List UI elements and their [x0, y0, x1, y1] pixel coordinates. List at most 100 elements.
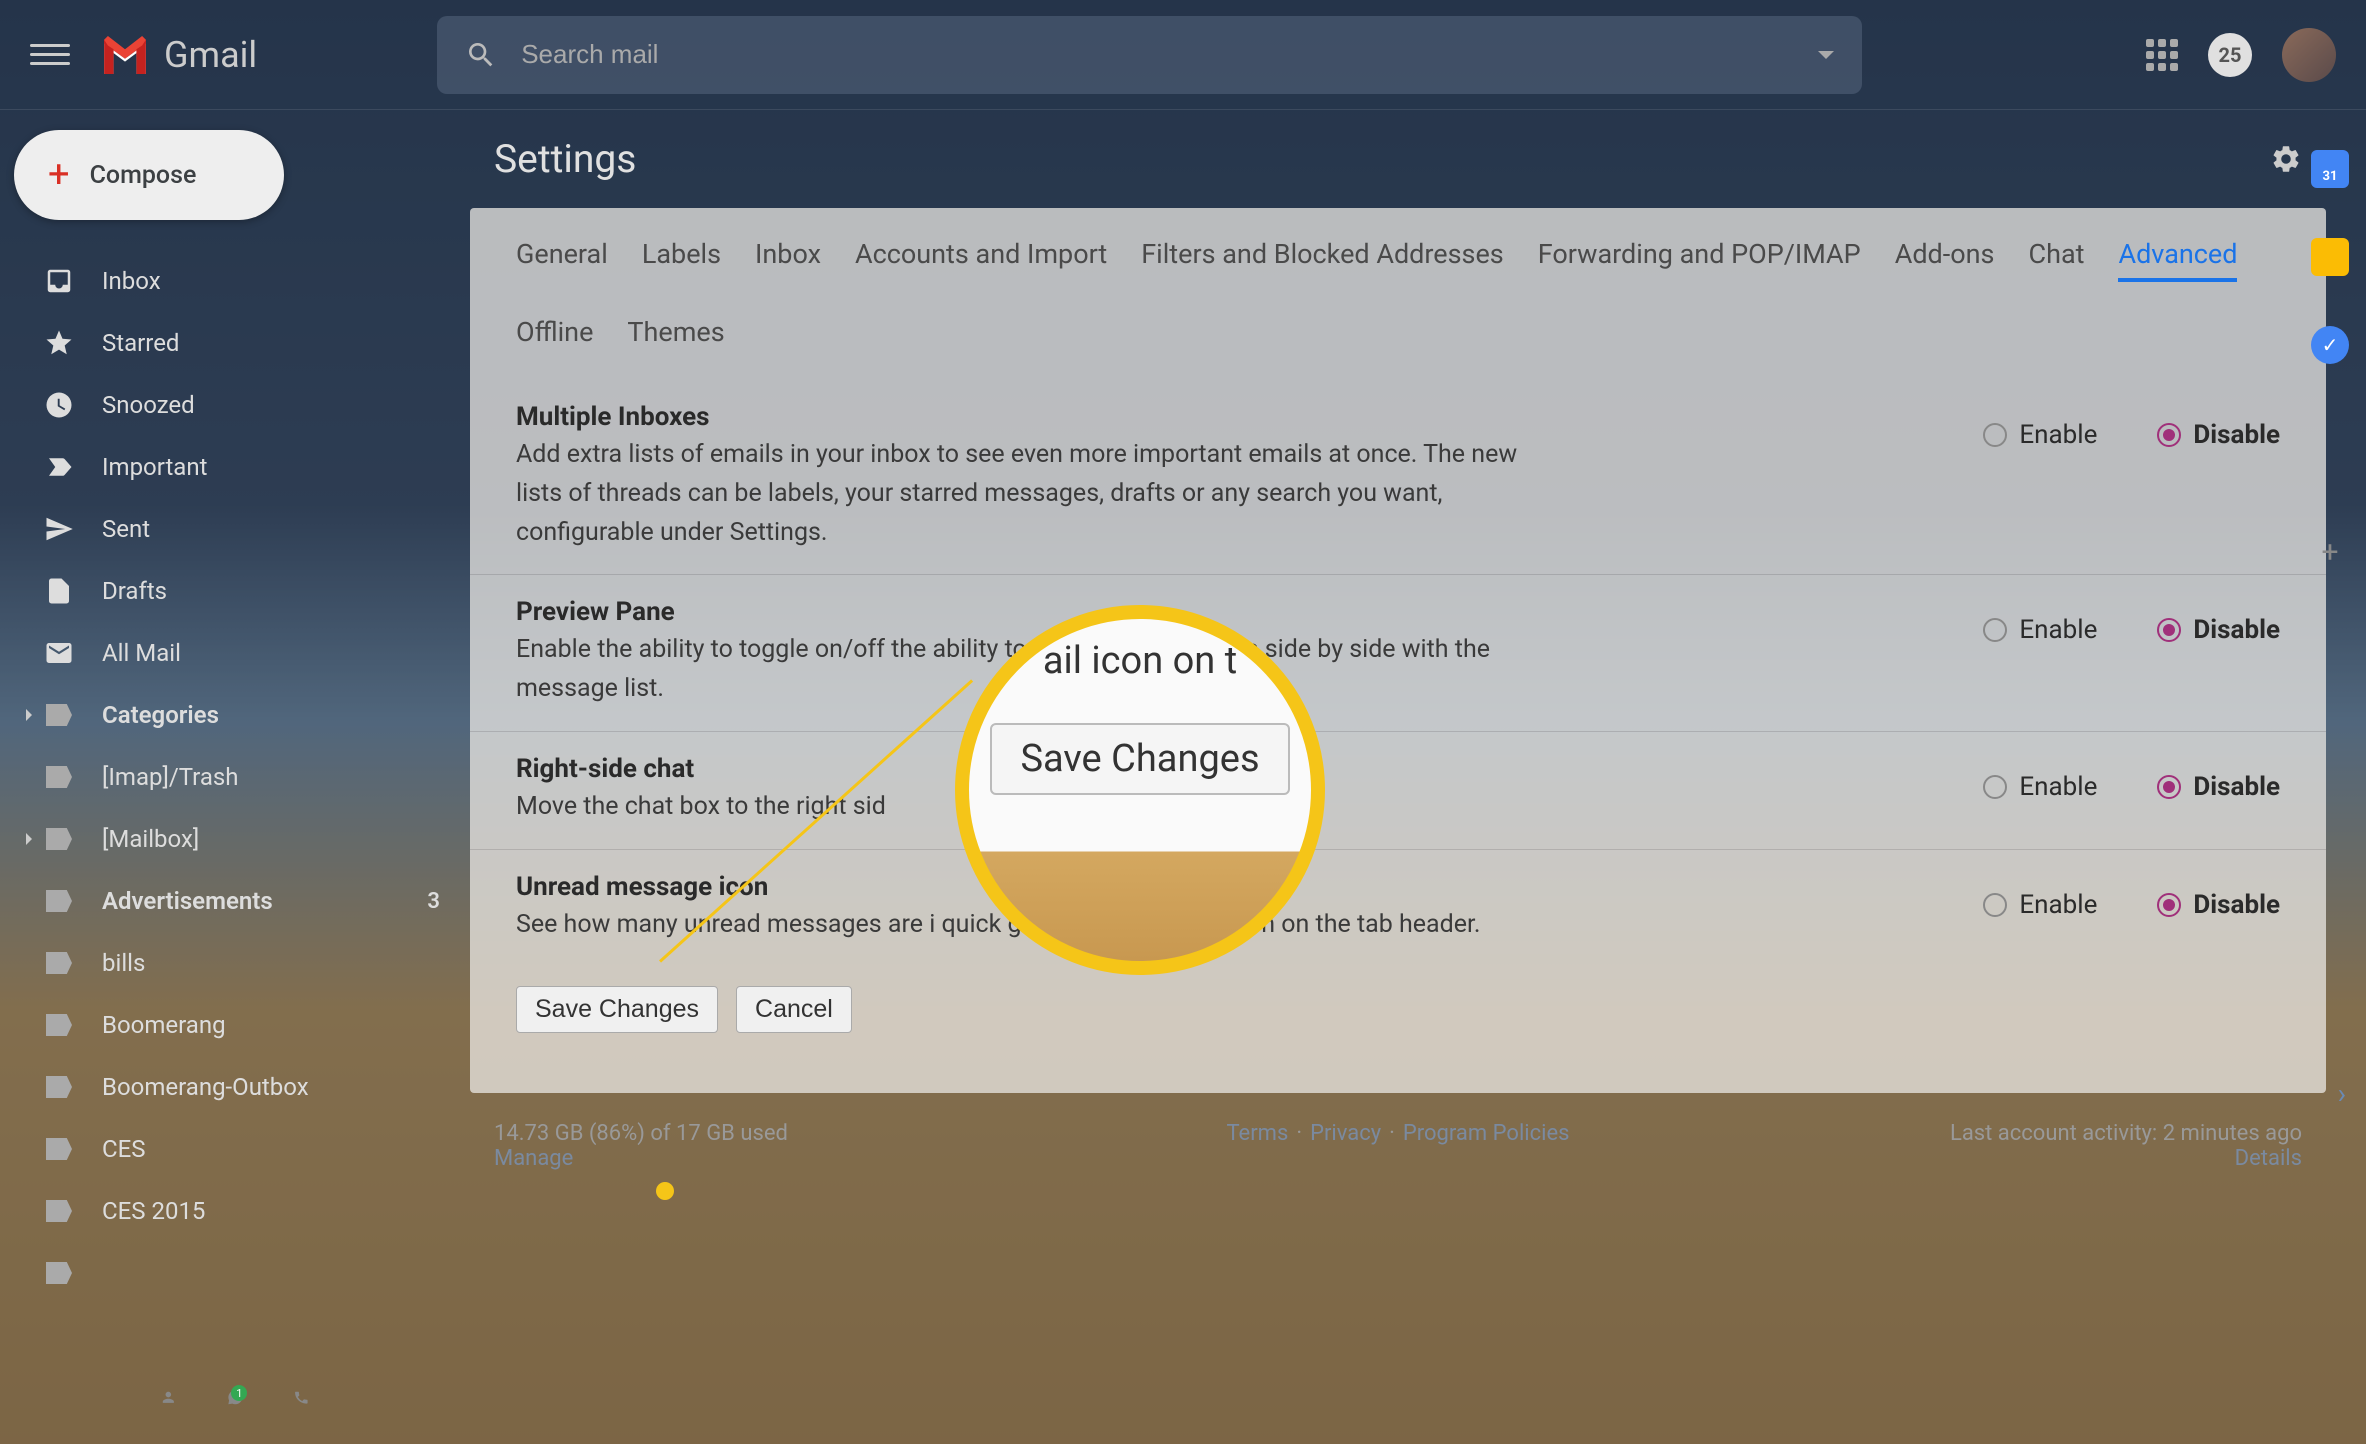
setting-row-right-side-chat: Right-side chatMove the chat box to the … — [470, 732, 2326, 850]
sidebar-item-snoozed[interactable]: Snoozed — [14, 374, 470, 436]
setting-description: Add extra lists of emails in your inbox … — [516, 436, 1526, 552]
person-icon[interactable] — [160, 1389, 177, 1421]
settings-header: Settings — [470, 110, 2326, 208]
settings-tabs: General Labels Inbox Accounts and Import Fil… — [470, 238, 2326, 356]
disable-radio[interactable]: Disable — [2157, 615, 2280, 645]
sidebar-item-label: Categories — [102, 701, 219, 729]
sidebar-item--imap-trash[interactable]: [Imap]/Trash — [14, 746, 470, 808]
enable-radio[interactable]: Enable — [1983, 615, 2097, 645]
tab-chat[interactable]: Chat — [2029, 238, 2085, 282]
sidebar-item-inbox[interactable]: Inbox — [14, 250, 470, 312]
sidebar-item-blank[interactable] — [14, 1242, 470, 1304]
sidebar-item--mailbox-[interactable]: [Mailbox] — [14, 808, 470, 870]
enable-radio[interactable]: Enable — [1983, 420, 2097, 450]
main-menu-button[interactable] — [30, 35, 70, 75]
label-icon — [44, 1258, 74, 1288]
footer: 14.73 GB (86%) of 17 GB used Manage Term… — [470, 1093, 2326, 1199]
tab-advanced[interactable]: Advanced — [2118, 238, 2237, 282]
footer-link-program-policies[interactable]: Program Policies — [1403, 1121, 1570, 1146]
tab-add-ons[interactable]: Add-ons — [1895, 238, 1995, 282]
enable-radio[interactable]: Enable — [1983, 772, 2097, 802]
plus-icon: + — [48, 153, 70, 197]
cancel-button[interactable]: Cancel — [736, 986, 852, 1033]
disable-radio[interactable]: Disable — [2157, 420, 2280, 450]
enable-radio[interactable]: Enable — [1983, 890, 2097, 920]
sidebar-item-sent[interactable]: Sent — [14, 498, 470, 560]
footer-link-privacy[interactable]: Privacy — [1310, 1121, 1381, 1146]
details-link[interactable]: Details — [2235, 1146, 2302, 1171]
sidebar-item-label: All Mail — [102, 639, 181, 667]
tab-offline[interactable]: Offline — [516, 316, 593, 356]
notifications-badge[interactable]: 25 — [2208, 33, 2252, 77]
gmail-logo[interactable]: Gmail — [100, 34, 257, 76]
sidebar-item-advertisements[interactable]: Advertisements3 — [14, 870, 470, 932]
app-name: Gmail — [164, 34, 257, 76]
sidebar-item-boomerang[interactable]: Boomerang — [14, 994, 470, 1056]
expand-caret-icon — [26, 709, 32, 721]
label-icon — [44, 1072, 74, 1102]
send-icon — [44, 514, 74, 544]
sidebar-item-label: Starred — [102, 329, 179, 357]
footer-link-terms[interactable]: Terms — [1226, 1121, 1288, 1146]
tab-general[interactable]: General — [516, 238, 608, 282]
sidebar-item-categories[interactable]: Categories — [14, 684, 470, 746]
label-icon — [44, 886, 74, 916]
keep-icon[interactable] — [2311, 238, 2349, 276]
calendar-icon[interactable]: 31 — [2311, 150, 2349, 188]
label-icon — [44, 1196, 74, 1226]
chevron-right-icon[interactable]: › — [2338, 1077, 2346, 1110]
setting-row-unread-message-icon: Unread message iconSee how many unread m… — [470, 850, 2326, 967]
tasks-icon[interactable] — [2311, 326, 2349, 364]
setting-title: Preview Pane — [516, 597, 1526, 627]
search-box — [437, 16, 1862, 94]
tab-themes[interactable]: Themes — [627, 316, 724, 356]
account-avatar[interactable] — [2282, 28, 2336, 82]
expand-caret-icon — [26, 833, 32, 845]
sidebar-item-ces-2015[interactable]: CES 2015 — [14, 1180, 470, 1242]
search-options-dropdown[interactable] — [1818, 51, 1834, 59]
sidebar-item-starred[interactable]: Starred — [14, 312, 470, 374]
sidebar-item-bills[interactable]: bills — [14, 932, 470, 994]
header: Gmail 25 — [0, 0, 2366, 110]
disable-radio[interactable]: Disable — [2157, 772, 2280, 802]
bottom-bar: 1 — [0, 1366, 470, 1444]
star-icon — [44, 328, 74, 358]
sidebar-item-boomerang-outbox[interactable]: Boomerang-Outbox — [14, 1056, 470, 1118]
tab-labels[interactable]: Labels — [642, 238, 721, 282]
tab-inbox[interactable]: Inbox — [755, 238, 821, 282]
tab-accounts-and-import[interactable]: Accounts and Import — [855, 238, 1107, 282]
callout-dot — [656, 1182, 674, 1200]
hangouts-icon[interactable]: 1 — [227, 1389, 244, 1421]
add-icon[interactable]: + — [2312, 534, 2348, 570]
sidebar: + Compose Inbox Starred Snoozed ImportantSe… — [0, 110, 470, 1304]
label-icon — [44, 824, 74, 854]
sidebar-item-label: Snoozed — [102, 391, 195, 419]
manage-link[interactable]: Manage — [494, 1146, 573, 1171]
tab-forwarding-and-pop-imap[interactable]: Forwarding and POP/IMAP — [1538, 238, 1861, 282]
apps-launcher-icon[interactable] — [2146, 39, 2178, 71]
sidebar-item-label: bills — [102, 949, 145, 977]
radio-group: Enable Disable — [1983, 597, 2280, 645]
sidebar-item-important[interactable]: Important — [14, 436, 470, 498]
settings-panel: General Labels Inbox Accounts and Import Fil… — [470, 208, 2326, 1093]
sidebar-item-ces[interactable]: CES — [14, 1118, 470, 1180]
search-input[interactable] — [521, 39, 1798, 70]
label-icon — [44, 700, 74, 730]
radio-group: Enable Disable — [1983, 402, 2280, 450]
activity-text: Last account activity: 2 minutes ago — [1950, 1121, 2302, 1146]
gmail-icon — [100, 36, 150, 74]
search-icon[interactable] — [465, 39, 497, 71]
label-icon — [44, 1134, 74, 1164]
disable-radio[interactable]: Disable — [2157, 890, 2280, 920]
compose-button[interactable]: + Compose — [14, 130, 284, 220]
important-icon — [44, 452, 74, 482]
phone-icon[interactable] — [293, 1389, 310, 1421]
tab-filters-and-blocked-addresses[interactable]: Filters and Blocked Addresses — [1141, 238, 1504, 282]
save-button[interactable]: Save Changes — [516, 986, 718, 1033]
label-icon — [44, 1010, 74, 1040]
sidebar-item-label: Boomerang — [102, 1011, 226, 1039]
sidebar-item-all-mail[interactable]: All Mail — [14, 622, 470, 684]
storage-text: 14.73 GB (86%) of 17 GB used — [494, 1121, 788, 1146]
sidebar-item-drafts[interactable]: Drafts — [14, 560, 470, 622]
sidebar-item-label: CES 2015 — [102, 1197, 205, 1225]
